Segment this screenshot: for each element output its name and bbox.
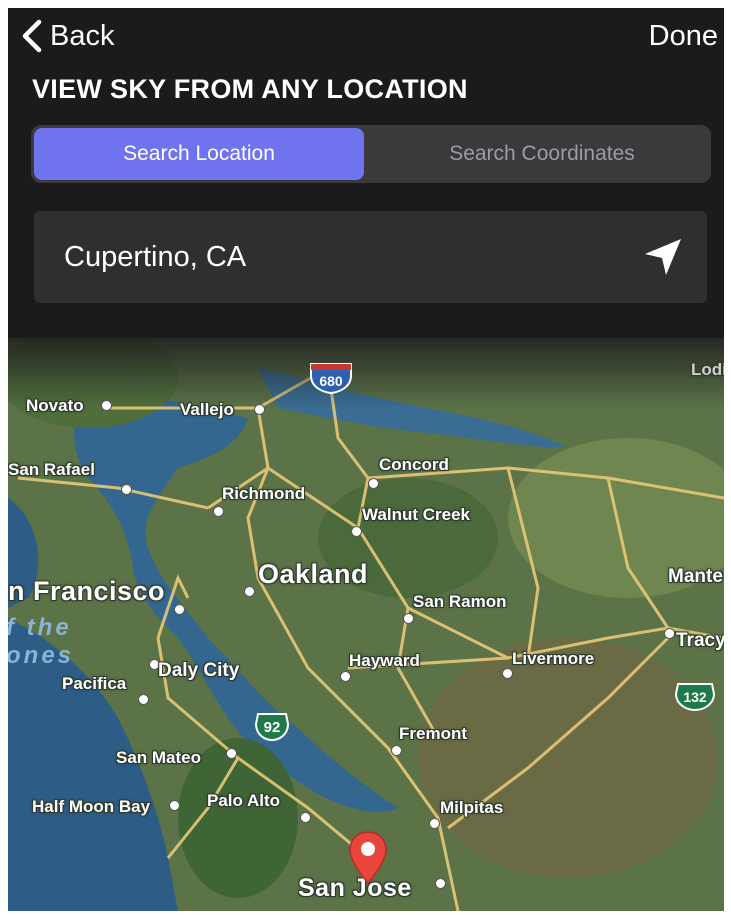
map-label-fremont: Fremont [399, 724, 467, 743]
map-label-manteca: Mante [668, 566, 723, 587]
walnut-creek-dot [351, 526, 362, 537]
chevron-left-icon [22, 19, 42, 53]
map-label-hayward: Hayward [349, 651, 420, 670]
map-label-lodi: Lodi [691, 360, 724, 379]
map-label-vallejo: Vallejo [180, 400, 234, 419]
novato-dot [101, 400, 112, 411]
map-label-daly-city: Daly City [158, 660, 240, 681]
highway-92-label: 92 [264, 719, 281, 736]
livermore-dot [502, 668, 513, 679]
san-mateo-dot [226, 748, 237, 759]
map-label-palo-alto: Palo Alto [207, 791, 281, 810]
page-title: VIEW SKY FROM ANY LOCATION [32, 74, 468, 104]
map-view[interactable]: 680 92 132 Novato Vallejo Lodi San Rafae… [8, 338, 724, 911]
map-label-livermore: Livermore [512, 649, 595, 668]
hayward-dot [340, 671, 351, 682]
map-label-san-francisco: n Francisco [8, 576, 166, 606]
current-location-button[interactable] [641, 235, 685, 279]
oakland-dot [244, 586, 255, 597]
water-label-line1: f the [8, 614, 72, 641]
map-label-novato: Novato [26, 396, 84, 415]
map-label-san-mateo: San Mateo [116, 748, 202, 767]
tab-search-coordinates[interactable]: Search Coordinates [377, 128, 707, 180]
header: Back Done VIEW SKY FROM ANY LOCATION Sea… [8, 8, 724, 338]
san-rafael-dot [121, 484, 132, 495]
map-label-walnut-creek: Walnut Creek [362, 505, 471, 524]
map-label-richmond: Richmond [222, 484, 306, 503]
highway-132-shield: 132 [674, 680, 716, 712]
map-label-concord: Concord [379, 455, 449, 474]
pacifica-dot [138, 694, 149, 705]
back-button[interactable]: Back [20, 14, 114, 58]
location-search-input[interactable] [64, 211, 584, 303]
satellite-map [8, 338, 724, 911]
concord-dot [368, 478, 379, 489]
highway-132-label: 132 [683, 689, 707, 705]
map-label-half-moon-bay: Half Moon Bay [32, 797, 151, 816]
richmond-dot [213, 506, 224, 517]
map-label-san-rafael: San Rafael [8, 460, 95, 479]
location-search-box [34, 211, 707, 303]
map-label-oakland: Oakland [258, 559, 369, 589]
back-label: Back [50, 19, 115, 52]
san-francisco-dot [174, 604, 185, 615]
milpitas-dot [429, 818, 440, 829]
search-mode-control: Search Location Search Coordinates [31, 125, 711, 183]
map-label-pacifica: Pacifica [62, 674, 127, 693]
fremont-dot [391, 745, 402, 756]
map-label-san-ramon: San Ramon [413, 592, 507, 611]
vallejo-dot [254, 404, 265, 415]
done-button[interactable]: Done [649, 14, 718, 58]
highway-92-shield: 92 [254, 710, 290, 742]
highway-680-label: 680 [319, 373, 343, 389]
interstate-680-shield: 680 [308, 358, 354, 394]
palo-alto-dot [300, 812, 311, 823]
map-label-milpitas: Milpitas [440, 798, 504, 817]
app-screen: Back Done VIEW SKY FROM ANY LOCATION Sea… [8, 8, 724, 911]
half-moon-bay-dot [169, 800, 180, 811]
tracy-dot [664, 628, 675, 639]
map-pin-icon[interactable] [348, 830, 388, 886]
san-jose-dot [435, 878, 446, 889]
location-arrow-icon [645, 239, 681, 275]
tab-search-location[interactable]: Search Location [34, 128, 364, 180]
san-ramon-dot [403, 613, 414, 624]
map-label-tracy: Tracy [676, 630, 724, 651]
water-label-line2: ones [8, 642, 75, 669]
